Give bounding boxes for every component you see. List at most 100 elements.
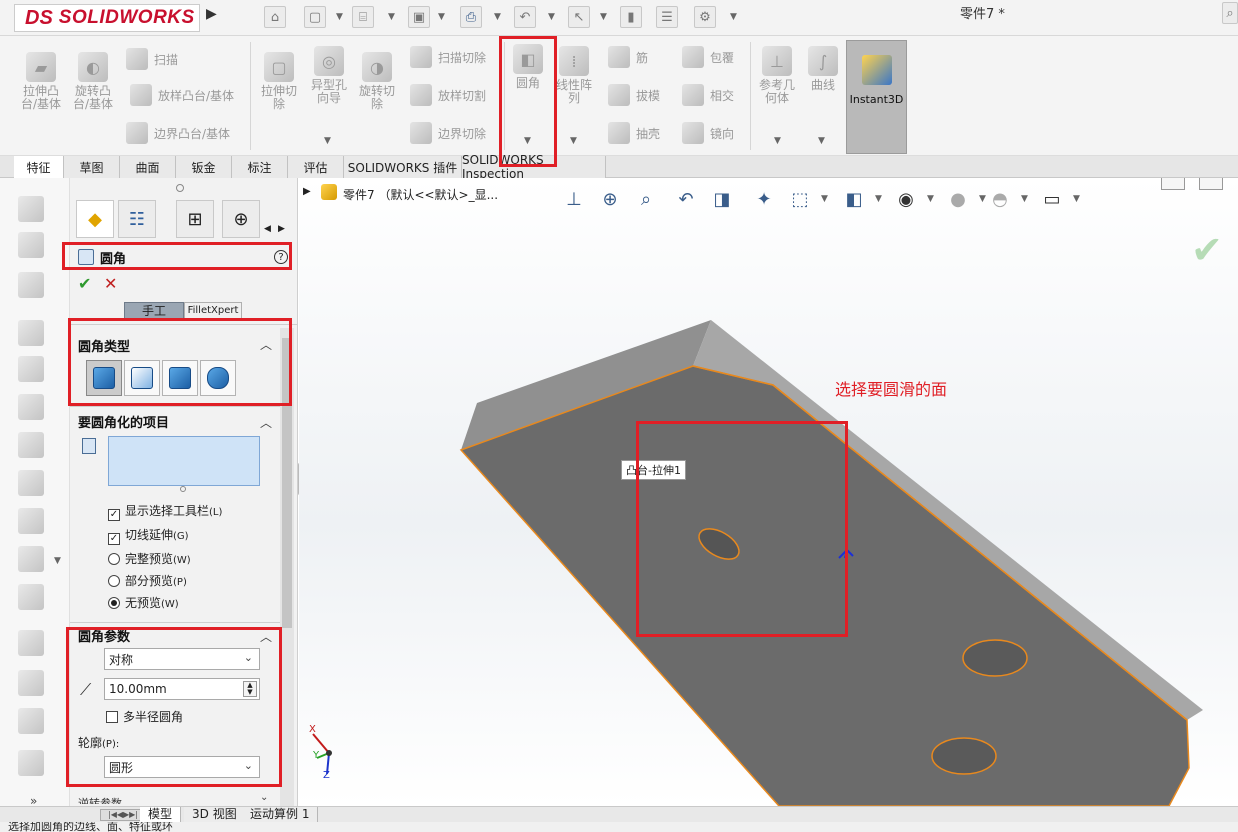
open-folder-icon[interactable]: ⌸ [352, 6, 374, 28]
pm-scrollbar[interactable] [280, 328, 294, 808]
instant3d-button[interactable]: Instant3D [846, 40, 907, 154]
loft-cut-button[interactable]: 放样切割 [410, 84, 486, 106]
strip-tool-icon[interactable] [18, 630, 44, 656]
open-dropdown-caret[interactable]: ▼ [388, 12, 395, 22]
part-model[interactable] [299, 178, 1238, 806]
show-selection-toolbar-option[interactable]: ✓ 显示选择工具栏(L) [108, 502, 222, 521]
variable-size-fillet-button[interactable] [124, 360, 160, 396]
no-preview-radio[interactable] [108, 597, 120, 609]
pattern-dropdown-caret[interactable]: ▼ [570, 136, 577, 146]
print-icon[interactable]: ⎙ [460, 6, 482, 28]
multi-radius-checkbox[interactable] [106, 711, 118, 723]
constant-size-fillet-button[interactable] [86, 360, 122, 396]
strip-tool-icon[interactable] [18, 394, 44, 420]
tangent-propagation-checkbox[interactable]: ✓ [108, 533, 120, 545]
graphics-area[interactable]: ▶ 零件7 （默认<<默认>_显... ⊥ ⊕ ⌕ ↶ ◨ ✦ ⬚ ▼ ◧ ▼ … [299, 178, 1238, 806]
linear-pattern-button[interactable]: ⁞ 线性阵 列 [554, 46, 594, 105]
save-icon[interactable]: ▣ [408, 6, 430, 28]
strip-tool-icon[interactable] [18, 584, 44, 610]
wrap-button[interactable]: 包覆 [682, 46, 734, 68]
curves-button[interactable]: ∫ 曲线 [806, 46, 840, 92]
help-icon[interactable]: ? [274, 250, 288, 264]
loft-boss-button[interactable]: 放样凸台/基体 [130, 84, 234, 106]
full-preview-option[interactable]: 完整预览(W) [108, 550, 191, 567]
strip-tool-icon[interactable] [18, 272, 44, 298]
select-dropdown-caret[interactable]: ▼ [600, 12, 607, 22]
options-gear-icon[interactable]: ⚙ [694, 6, 716, 28]
strip-tool-icon[interactable] [18, 546, 44, 572]
property-manager-tab-icon[interactable]: ☷ [118, 200, 156, 238]
refgeom-dropdown-caret[interactable]: ▼ [774, 136, 781, 146]
boundary-cut-button[interactable]: 边界切除 [410, 122, 486, 144]
rebuild-icon[interactable]: ▮ [620, 6, 642, 28]
items-selection-box[interactable] [108, 436, 260, 486]
symmetric-dropdown[interactable]: 对称 ⌄ [104, 648, 260, 670]
multi-radius-option[interactable]: 多半径圆角 [106, 708, 183, 725]
options-dropdown-caret[interactable]: ▼ [730, 12, 737, 22]
radius-spinner[interactable]: ▲ ▼ [243, 681, 257, 697]
search-icon[interactable]: ⌕ [1222, 2, 1238, 24]
home-icon[interactable]: ⌂ [264, 6, 286, 28]
partial-preview-radio[interactable] [108, 575, 120, 587]
strip-tool-icon[interactable] [18, 470, 44, 496]
new-document-icon[interactable]: ▢ [304, 6, 326, 28]
revolve-boss-button[interactable]: ◐ 旋转凸 台/基体 [70, 52, 116, 111]
pm-scrollbar-thumb[interactable] [282, 338, 292, 628]
manual-mode-tab[interactable]: 手工 [124, 302, 184, 320]
curves-dropdown-caret[interactable]: ▼ [818, 136, 825, 146]
strip-tool-icon[interactable] [18, 508, 44, 534]
sweep-cut-button[interactable]: 扫描切除 [410, 46, 486, 68]
face-fillet-button[interactable] [162, 360, 198, 396]
sweep-button[interactable]: 扫描 [126, 48, 178, 70]
menu-expand-arrow[interactable]: ▶ [206, 6, 217, 22]
extrude-boss-button[interactable]: ▰ 拉伸凸 台/基体 [18, 52, 64, 111]
tab-model[interactable]: 模型 [140, 807, 182, 823]
radius-input[interactable]: 10.00mm ▲ ▼ [104, 678, 260, 700]
rib-button[interactable]: 筋 [608, 46, 648, 68]
file-properties-icon[interactable]: ☰ [656, 6, 678, 28]
show-selection-toolbar-checkbox[interactable]: ✓ [108, 509, 120, 521]
params-collapse-icon[interactable]: ︿ [260, 628, 272, 645]
extrude-cut-button[interactable]: ▢ 拉伸切 除 [256, 52, 302, 111]
undo-dropdown-caret[interactable]: ▼ [548, 12, 555, 22]
strip-tool-icon[interactable] [18, 320, 44, 346]
tangent-propagation-option[interactable]: ✓ 切线延伸(G) [108, 526, 189, 545]
shell-button[interactable]: 抽壳 [608, 122, 660, 144]
tab-features[interactable]: 特征 [14, 156, 64, 178]
strip-tool-icon[interactable] [18, 196, 44, 222]
full-preview-radio[interactable] [108, 553, 120, 565]
feature-tree-tab-icon[interactable]: ◆ [76, 200, 114, 238]
fillet-type-collapse-icon[interactable]: ︿ [260, 336, 272, 353]
strip-tool-icon[interactable] [18, 432, 44, 458]
tab-sheet-metal[interactable]: 钣金 [176, 156, 232, 178]
strip-tool-icon[interactable] [18, 670, 44, 696]
tab-3d-view[interactable]: 3D 视图 [184, 807, 246, 823]
cancel-x-icon[interactable]: ✕ [104, 274, 117, 293]
revolve-cut-button[interactable]: ◑ 旋转切 除 [354, 52, 400, 111]
pm-tab-scroll-left-icon[interactable]: ◀ [264, 224, 271, 234]
items-collapse-icon[interactable]: ︿ [260, 414, 272, 431]
print-dropdown-caret[interactable]: ▼ [494, 12, 501, 22]
dimxpert-tab-icon[interactable]: ⊕ [222, 200, 260, 238]
fillet-button[interactable]: ◧ 圆角 [508, 44, 548, 90]
selection-box-resize-handle[interactable] [180, 486, 186, 492]
intersect-button[interactable]: 相交 [682, 84, 734, 106]
partial-preview-option[interactable]: 部分预览(P) [108, 572, 187, 589]
strip-dropdown-caret[interactable]: ▼ [54, 556, 61, 566]
pm-collapse-handle[interactable] [176, 184, 184, 192]
setback-expand-icon[interactable]: ⌄ [260, 792, 268, 803]
save-dropdown-caret[interactable]: ▼ [438, 12, 445, 22]
pm-tab-scroll-right-icon[interactable]: ▶ [278, 224, 285, 234]
hole-wizard-button[interactable]: ◎ 异型孔 向导 [306, 46, 352, 105]
filletxpert-mode-tab[interactable]: FilletXpert [184, 302, 242, 320]
tab-markup[interactable]: 标注 [232, 156, 288, 178]
mirror-button[interactable]: 镜向 [682, 122, 734, 144]
boundary-boss-button[interactable]: 边界凸台/基体 [126, 122, 230, 144]
no-preview-option[interactable]: 无预览(W) [108, 594, 179, 611]
tab-motion-study[interactable]: 运动算例 1 [242, 807, 319, 823]
configuration-manager-tab-icon[interactable]: ⊞ [176, 200, 214, 238]
tab-surfaces[interactable]: 曲面 [120, 156, 176, 178]
reference-geometry-button[interactable]: ⊥ 参考几 何体 [756, 46, 798, 105]
tab-evaluate[interactable]: 评估 [288, 156, 344, 178]
strip-tool-icon[interactable] [18, 708, 44, 734]
